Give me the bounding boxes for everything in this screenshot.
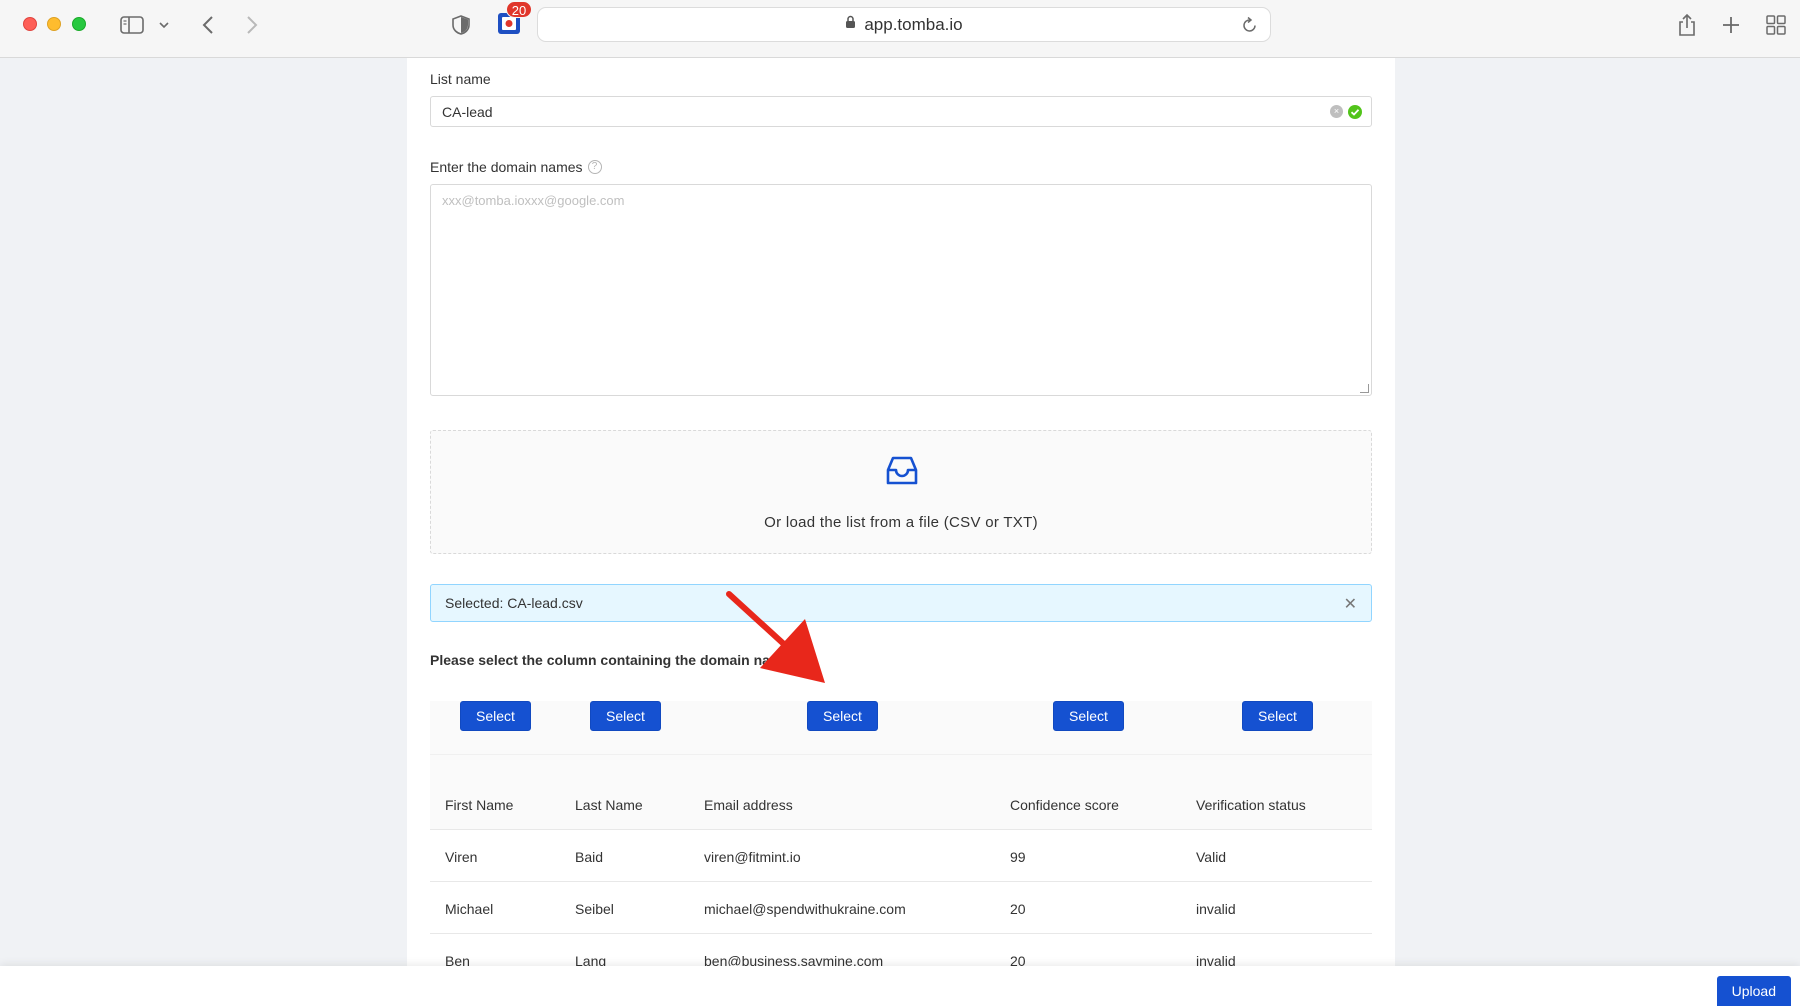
upload-button[interactable]: Upload [1716, 976, 1791, 1006]
table-cell: Baid [575, 849, 604, 865]
dropzone-text: Or load the list from a file (CSV or TXT… [764, 514, 1038, 531]
column-header: Last Name [575, 797, 643, 813]
resize-handle-icon[interactable] [1360, 384, 1369, 393]
inbox-icon [886, 456, 918, 485]
select-column-button[interactable]: Select [1242, 701, 1313, 731]
selected-file-text: Selected: CA-lead.csv [445, 595, 583, 611]
table-cell: 99 [1010, 849, 1026, 865]
list-name-value: CA-lead [442, 103, 493, 120]
domain-names-label-text: Enter the domain names [430, 159, 583, 175]
forward-icon[interactable] [242, 12, 262, 38]
back-icon[interactable] [198, 12, 218, 38]
select-column-button[interactable]: Select [807, 701, 878, 731]
page-background: List name CA-lead × Enter the domain nam… [0, 58, 1800, 986]
list-name-label: List name [430, 71, 491, 87]
url-text: app.tomba.io [864, 14, 963, 34]
sidebar-toggle-icon[interactable] [118, 12, 146, 38]
table-row: Viren Baid viren@fitmint.io 99 Valid [430, 830, 1372, 882]
column-header: First Name [445, 797, 514, 813]
table-cell: Michael [445, 901, 494, 917]
column-header: Email address [704, 797, 793, 813]
reload-icon[interactable] [1242, 16, 1258, 38]
domain-names-textarea[interactable]: xxx@tomba.ioxxx@google.com [430, 184, 1372, 396]
share-icon[interactable] [1676, 12, 1698, 38]
selected-file-alert: Selected: CA-lead.csv ✕ [430, 584, 1372, 622]
privacy-shield-icon[interactable] [450, 12, 472, 38]
help-icon[interactable]: ? [587, 160, 602, 174]
table-cell: viren@fitmint.io [704, 849, 801, 865]
close-icon[interactable]: ✕ [1344, 594, 1357, 614]
new-tab-icon[interactable] [1720, 12, 1742, 38]
close-window-button[interactable] [23, 17, 37, 31]
clear-input-icon[interactable]: × [1330, 105, 1343, 118]
select-column-button[interactable]: Select [460, 701, 531, 731]
table-cell: invalid [1196, 901, 1236, 917]
minimize-window-button[interactable] [47, 17, 61, 31]
table-cell: Viren [445, 849, 478, 865]
table-cell: michael@spendwithukraine.com [704, 901, 906, 917]
tab-overview-icon[interactable] [1764, 12, 1788, 38]
column-header: Confidence score [1010, 797, 1119, 813]
select-column-row: Select Select Select Select Select [430, 701, 1372, 755]
column-header: Verification status [1196, 797, 1306, 813]
address-bar[interactable]: app.tomba.io [537, 7, 1271, 42]
table-row: Michael Seibel michael@spendwithukraine.… [430, 882, 1372, 934]
table-cell: Seibel [575, 901, 614, 917]
table-cell: Valid [1196, 849, 1227, 865]
table-cell: 20 [1010, 901, 1026, 917]
select-column-button[interactable]: Select [1053, 701, 1124, 731]
bulk-list-form: List name CA-lead × Enter the domain nam… [407, 58, 1395, 986]
lock-icon [845, 15, 856, 34]
file-upload-dropzone[interactable]: Or load the list from a file (CSV or TXT… [430, 430, 1372, 554]
table-header: First Name Last Name Email address Confi… [430, 755, 1372, 830]
browser-toolbar: 20 app.tomba.io [0, 0, 1800, 58]
chevron-down-icon[interactable] [157, 12, 171, 38]
column-instruction: Please select the column containing the … [430, 652, 770, 668]
bottom-action-bar: Upload [0, 966, 1800, 1006]
select-column-button[interactable]: Select [590, 701, 661, 731]
preview-table: Select Select Select Select Select First… [430, 701, 1372, 986]
extension-badge: 20 [506, 1, 532, 18]
domain-names-placeholder: xxx@tomba.ioxxx@google.com [442, 193, 625, 208]
zoom-window-button[interactable] [72, 17, 86, 31]
valid-check-icon [1348, 105, 1362, 119]
domain-names-label: Enter the domain names ? [430, 159, 602, 175]
list-name-input[interactable]: CA-lead × [430, 96, 1372, 127]
